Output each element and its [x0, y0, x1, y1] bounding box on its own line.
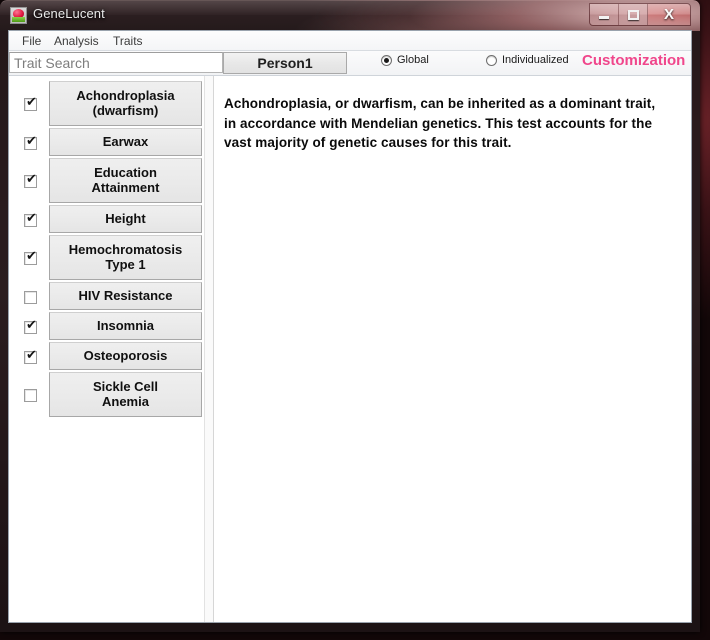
trait-button-label: Height: [105, 210, 146, 226]
client-area: File Analysis Traits Person1 Global Indi…: [8, 30, 692, 623]
radio-individualized-label: Individualized: [502, 54, 569, 66]
trait-row: ✔ Height: [9, 205, 205, 235]
menu-bar: File Analysis Traits: [9, 31, 691, 51]
check-icon: ✔: [26, 249, 37, 264]
trait-row: ✔ Earwax: [9, 128, 205, 158]
trait-button-label: Achondroplasia (dwarfism): [76, 87, 175, 118]
trait-checkbox[interactable]: ✔: [24, 172, 37, 188]
check-icon: ✔: [26, 348, 37, 363]
trait-list-pane: ✔ Achondroplasia (dwarfism) ✔ Earwax ✔ Educati…: [9, 76, 205, 622]
tulip-icon: [10, 7, 27, 24]
person-selector-button[interactable]: Person1: [223, 52, 347, 74]
trait-checkbox[interactable]: ✔: [24, 249, 37, 265]
trait-button[interactable]: Earwax: [49, 128, 202, 156]
trait-button[interactable]: Osteoporosis: [49, 342, 202, 370]
radio-individualized-indicator: [486, 54, 497, 66]
radio-global-label: Global: [397, 54, 429, 66]
tulip-leaf: [12, 17, 25, 22]
close-button[interactable]: X: [648, 4, 690, 25]
trait-checkbox[interactable]: ✔: [24, 348, 37, 364]
trait-description: Achondroplasia, or dwarfism, can be inhe…: [224, 96, 656, 151]
radio-global-indicator: [381, 54, 392, 66]
trait-checkbox[interactable]: ✔: [24, 211, 37, 227]
trait-checkbox[interactable]: ✔: [24, 95, 37, 111]
trait-button[interactable]: HIV Resistance: [49, 282, 202, 310]
trait-button-label: Earwax: [102, 133, 149, 149]
trait-button-label: HIV Resistance: [78, 287, 173, 303]
trait-button[interactable]: Hemochromatosis Type 1: [49, 235, 202, 280]
window-title: GeneLucent: [33, 6, 105, 21]
trait-detail-pane: Achondroplasia, or dwarfism, can be inhe…: [213, 76, 691, 622]
radio-individualized[interactable]: Individualized: [486, 54, 569, 66]
trait-row: ✔ Hemochromatosis Type 1: [9, 235, 205, 282]
title-bar[interactable]: GeneLucent X: [0, 0, 700, 31]
trait-button[interactable]: Sickle Cell Anemia: [49, 372, 202, 417]
trait-button-label: Insomnia: [96, 317, 155, 333]
menu-item-file[interactable]: File: [17, 33, 46, 49]
trait-button-label: Education Attainment: [91, 164, 160, 195]
customization-label[interactable]: Customization: [582, 52, 685, 69]
maximize-button[interactable]: [619, 4, 648, 25]
trait-row: HIV Resistance: [9, 282, 205, 312]
trait-checkbox[interactable]: [24, 291, 37, 304]
trait-button[interactable]: Insomnia: [49, 312, 202, 340]
toolbar: Person1 Global Individualized Customizat…: [9, 51, 691, 76]
maximize-icon: [628, 10, 639, 20]
menu-item-analysis[interactable]: Analysis: [49, 33, 104, 49]
check-icon: ✔: [26, 318, 37, 333]
pane-splitter[interactable]: [205, 76, 213, 622]
minimize-button[interactable]: [590, 4, 619, 25]
trait-row: ✔ Achondroplasia (dwarfism): [9, 81, 205, 128]
trait-row: ✔ Education Attainment: [9, 158, 205, 205]
trait-button[interactable]: Education Attainment: [49, 158, 202, 203]
trait-button-label: Osteoporosis: [83, 347, 168, 363]
search-input[interactable]: [9, 52, 223, 73]
check-icon: ✔: [26, 134, 37, 149]
check-icon: ✔: [26, 172, 37, 187]
menu-item-traits[interactable]: Traits: [108, 33, 148, 49]
check-icon: ✔: [26, 95, 37, 110]
minimize-icon: [599, 16, 609, 19]
close-icon: X: [663, 6, 674, 23]
trait-button[interactable]: Height: [49, 205, 202, 233]
trait-checkbox[interactable]: [24, 389, 37, 402]
application-window: GeneLucent X File Analysis Traits Trait …: [0, 0, 700, 632]
trait-row: ✔ Osteoporosis: [9, 342, 205, 372]
trait-button-label: Hemochromatosis Type 1: [68, 241, 183, 272]
trait-checkbox[interactable]: ✔: [24, 134, 37, 150]
trait-checkbox[interactable]: ✔: [24, 318, 37, 334]
radio-global[interactable]: Global: [381, 54, 429, 66]
trait-row: Sickle Cell Anemia: [9, 372, 205, 419]
window-controls: X: [589, 3, 691, 26]
check-icon: ✔: [26, 211, 37, 226]
trait-button-label: Sickle Cell Anemia: [92, 378, 159, 409]
trait-row: ✔ Insomnia: [9, 312, 205, 342]
trait-button[interactable]: Achondroplasia (dwarfism): [49, 81, 202, 126]
desktop-background: GeneLucent X File Analysis Traits Trait …: [0, 0, 710, 640]
